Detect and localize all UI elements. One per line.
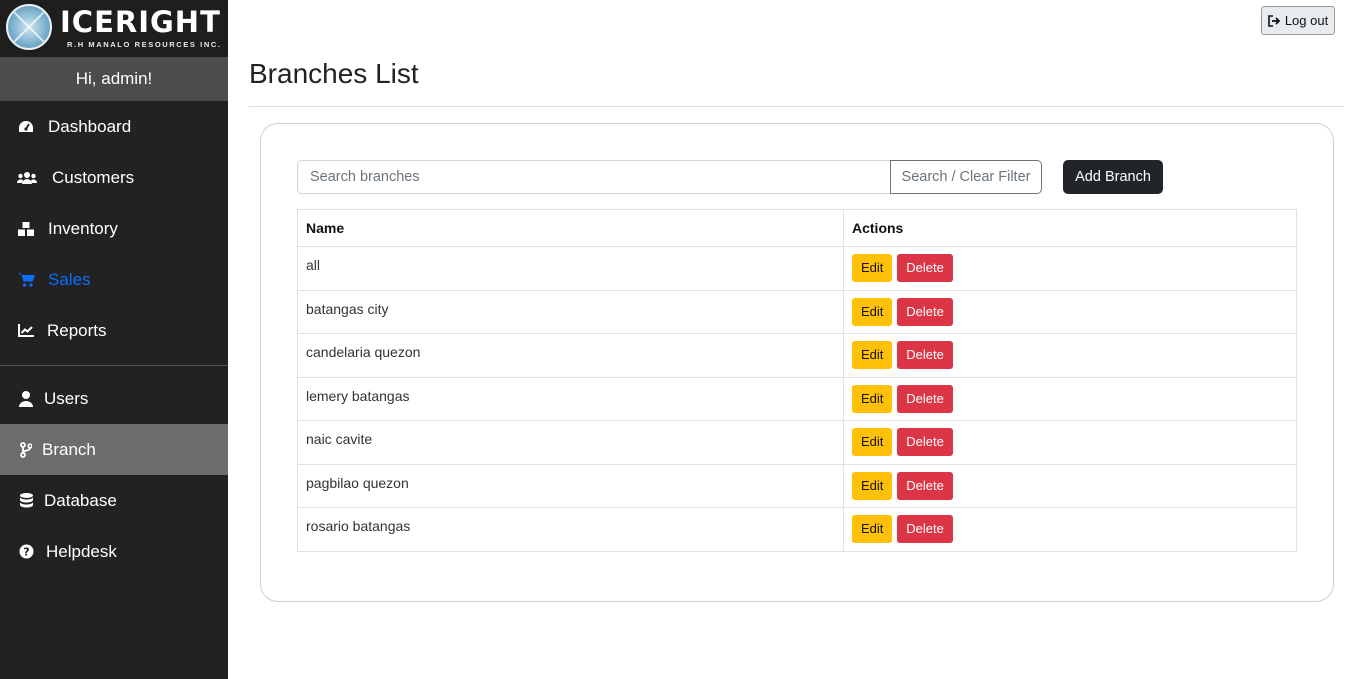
branch-name: naic cavite: [297, 420, 844, 465]
branch-icon: [17, 441, 35, 459]
boxes-icon: [17, 220, 35, 238]
branch-name: candelaria quezon: [297, 333, 844, 378]
row-actions: Edit Delete: [843, 289, 1297, 334]
branch-name: batangas city: [297, 289, 844, 334]
sidebar-item-label: Dashboard: [48, 116, 132, 136]
search-clear-button[interactable]: Search / Clear Filter: [890, 160, 1042, 194]
edit-button[interactable]: Edit: [852, 384, 893, 413]
svg-text:?: ?: [23, 546, 29, 559]
table-body: all Edit Delete batangas city Edit Delete ca…: [297, 246, 1297, 552]
table-row: rosario batangas Edit Delete: [297, 507, 1297, 552]
row-actions: Edit Delete: [843, 463, 1297, 508]
question-circle-icon: ?: [17, 543, 35, 561]
sidebar-item-users[interactable]: Users: [0, 373, 228, 424]
branch-name: all: [297, 246, 844, 291]
sidebar-item-inventory[interactable]: Inventory: [0, 203, 228, 254]
sidebar-item-dashboard[interactable]: Dashboard: [0, 101, 228, 152]
sidebar-item-sales[interactable]: Sales: [0, 254, 228, 305]
cart-icon: [17, 271, 35, 289]
sign-out-icon: [1268, 14, 1281, 27]
sidebar-nav-admin: Users Branch Database ? Helpdesk: [0, 373, 228, 577]
sidebar-item-customers[interactable]: Customers: [0, 152, 228, 203]
sidebar-item-label: Database: [44, 490, 117, 510]
edit-button[interactable]: Edit: [852, 297, 893, 326]
sidebar-item-label: Sales: [48, 269, 91, 289]
table-row: all Edit Delete: [297, 246, 1297, 291]
database-icon: [17, 492, 35, 510]
chart-line-icon: [17, 322, 35, 340]
sidebar-item-label: Helpdesk: [46, 541, 117, 561]
sidebar-item-label: Customers: [52, 167, 135, 187]
sidebar-item-helpdesk[interactable]: ? Helpdesk: [0, 526, 228, 577]
table-row: lemery batangas Edit Delete: [297, 376, 1297, 421]
column-header-actions: Actions: [843, 209, 1297, 247]
row-actions: Edit Delete: [843, 376, 1297, 421]
table-row: batangas city Edit Delete: [297, 289, 1297, 334]
sidebar-item-label: Users: [44, 388, 89, 408]
edit-button[interactable]: Edit: [852, 515, 893, 543]
edit-button[interactable]: Edit: [852, 254, 893, 282]
user-greeting: Hi, admin!: [0, 57, 228, 101]
title-divider: [249, 106, 1344, 107]
sidebar-item-label: Inventory: [48, 218, 118, 238]
table-row: naic cavite Edit Delete: [297, 420, 1297, 465]
row-actions: Edit Delete: [843, 333, 1297, 378]
delete-button[interactable]: Delete: [897, 341, 953, 369]
globe-logo-icon: [6, 4, 52, 50]
column-header-name: Name: [297, 209, 844, 247]
sidebar-item-reports[interactable]: Reports: [0, 305, 228, 356]
edit-button[interactable]: Edit: [852, 428, 893, 456]
branch-name: pagbilao quezon: [297, 463, 844, 508]
sidebar-item-label: Reports: [47, 320, 107, 340]
delete-button[interactable]: Delete: [897, 471, 953, 500]
branch-name: rosario batangas: [297, 507, 844, 552]
delete-button[interactable]: Delete: [897, 297, 953, 326]
table-header-row: Name Actions: [297, 209, 1297, 247]
brand-tagline: R.H MANALO RESOURCES INC.: [67, 40, 222, 49]
row-actions: Edit Delete: [843, 420, 1297, 465]
page-title: Branches List: [249, 58, 419, 89]
sidebar-divider: [0, 365, 228, 366]
sidebar-nav: Dashboard Customers Inventory Sales Repo…: [0, 101, 228, 356]
search-input[interactable]: [297, 160, 891, 194]
sidebar-item-label: Branch: [42, 439, 96, 459]
logout-label: Log out: [1284, 13, 1329, 28]
table-row: pagbilao quezon Edit Delete: [297, 463, 1297, 508]
delete-button[interactable]: Delete: [897, 254, 953, 282]
delete-button[interactable]: Delete: [897, 428, 953, 456]
sidebar: ICERIGHT R.H MANALO RESOURCES INC. Hi, a…: [0, 0, 228, 679]
logout-button[interactable]: Log out: [1261, 6, 1335, 35]
delete-button[interactable]: Delete: [897, 515, 953, 543]
sidebar-item-branch[interactable]: Branch: [0, 424, 228, 475]
delete-button[interactable]: Delete: [897, 384, 953, 413]
row-actions: Edit Delete: [843, 246, 1297, 291]
user-icon: [17, 390, 35, 408]
brand-name: ICERIGHT: [60, 5, 221, 39]
edit-button[interactable]: Edit: [852, 471, 893, 500]
branches-table: Name Actions all Edit Delete batangas city…: [297, 209, 1297, 552]
sidebar-item-database[interactable]: Database: [0, 475, 228, 526]
row-actions: Edit Delete: [843, 507, 1297, 552]
main-content: Log out Branches List Search / Clear Fil…: [228, 0, 1366, 679]
table-row: candelaria quezon Edit Delete: [297, 333, 1297, 378]
branches-card: Search / Clear Filter Add Branch Name Ac…: [260, 123, 1334, 602]
tachometer-icon: [17, 118, 35, 136]
brand-logo[interactable]: ICERIGHT R.H MANALO RESOURCES INC.: [0, 0, 228, 57]
branch-name: lemery batangas: [297, 376, 844, 421]
users-icon: [17, 169, 37, 187]
edit-button[interactable]: Edit: [852, 341, 893, 369]
add-branch-button[interactable]: Add Branch: [1063, 160, 1163, 194]
